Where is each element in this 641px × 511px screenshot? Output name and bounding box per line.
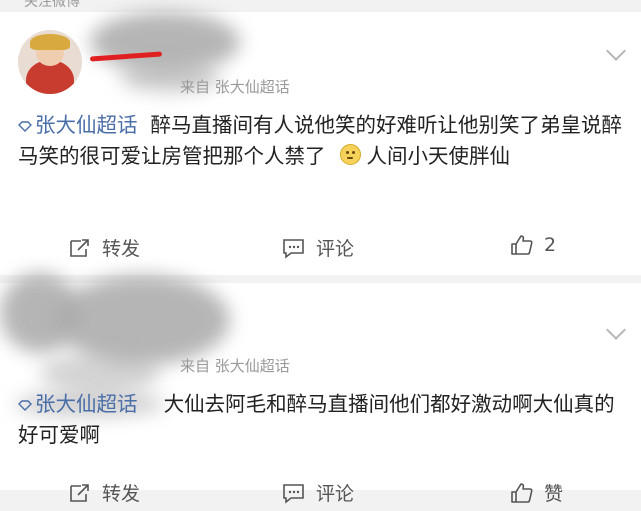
post-text: 张大仙超话 大仙去阿毛和醉马直播间他们都好激动啊大仙真的好可爱啊 xyxy=(18,389,627,451)
post-actions: 转发 评论 2 xyxy=(0,234,641,266)
post-source: 来自 张大仙超话 xyxy=(180,357,290,375)
like-button[interactable]: 赞 xyxy=(510,479,563,506)
avatar[interactable] xyxy=(18,30,82,94)
comment-button[interactable]: 评论 xyxy=(282,479,354,506)
like-label: 赞 xyxy=(544,483,564,505)
top-strip: 关注微博 xyxy=(0,0,641,12)
like-button[interactable]: 2 xyxy=(510,234,556,256)
weibo-post-card[interactable]: 来自 张大仙超话 张大仙超话 醉马直播间有人说他笑的好难听让他别笑了弟皇说醉马笑… xyxy=(0,12,641,275)
post-source: 来自 张大仙超话 xyxy=(180,78,290,96)
post-body-tail: 人间小天使胖仙 xyxy=(366,144,511,168)
like-count: 2 xyxy=(544,234,557,256)
thumbs-up-icon xyxy=(511,482,533,503)
redacted-area xyxy=(40,353,160,393)
smile-emoji-icon xyxy=(339,144,361,165)
repost-label: 转发 xyxy=(102,238,141,260)
repost-icon xyxy=(70,483,89,502)
chevron-down-icon[interactable] xyxy=(606,320,626,340)
redacted-username xyxy=(55,275,230,365)
top-strip-text: 关注微博 xyxy=(24,0,80,10)
topic-tag-label: 张大仙超话 xyxy=(35,113,138,137)
comment-icon xyxy=(283,483,304,504)
topic-tag[interactable]: 张大仙超话 xyxy=(18,392,138,416)
weibo-post-card[interactable]: 来自 张大仙超话 张大仙超话 大仙去阿毛和醉马直播间他们都好激动啊大仙真的好可爱… xyxy=(0,273,641,505)
repost-icon xyxy=(70,238,89,257)
thumbs-up-icon xyxy=(511,235,533,255)
topic-tag-label: 张大仙超话 xyxy=(35,392,138,416)
comment-label: 评论 xyxy=(316,238,355,260)
repost-label: 转发 xyxy=(102,483,141,505)
chevron-down-icon[interactable] xyxy=(606,41,626,61)
diamond-icon xyxy=(18,400,32,411)
comment-icon xyxy=(283,238,304,259)
post-text: 张大仙超话 醉马直播间有人说他笑的好难听让他别笑了弟皇说醉马笑的很可爱让房管把那… xyxy=(18,110,627,172)
comment-button[interactable]: 评论 xyxy=(282,234,354,261)
topic-tag[interactable]: 张大仙超话 xyxy=(18,113,138,137)
repost-button[interactable]: 转发 xyxy=(68,479,140,506)
comment-label: 评论 xyxy=(316,483,355,505)
diamond-icon xyxy=(18,121,32,132)
repost-button[interactable]: 转发 xyxy=(68,234,140,261)
post-actions: 转发 评论 赞 xyxy=(0,479,641,511)
